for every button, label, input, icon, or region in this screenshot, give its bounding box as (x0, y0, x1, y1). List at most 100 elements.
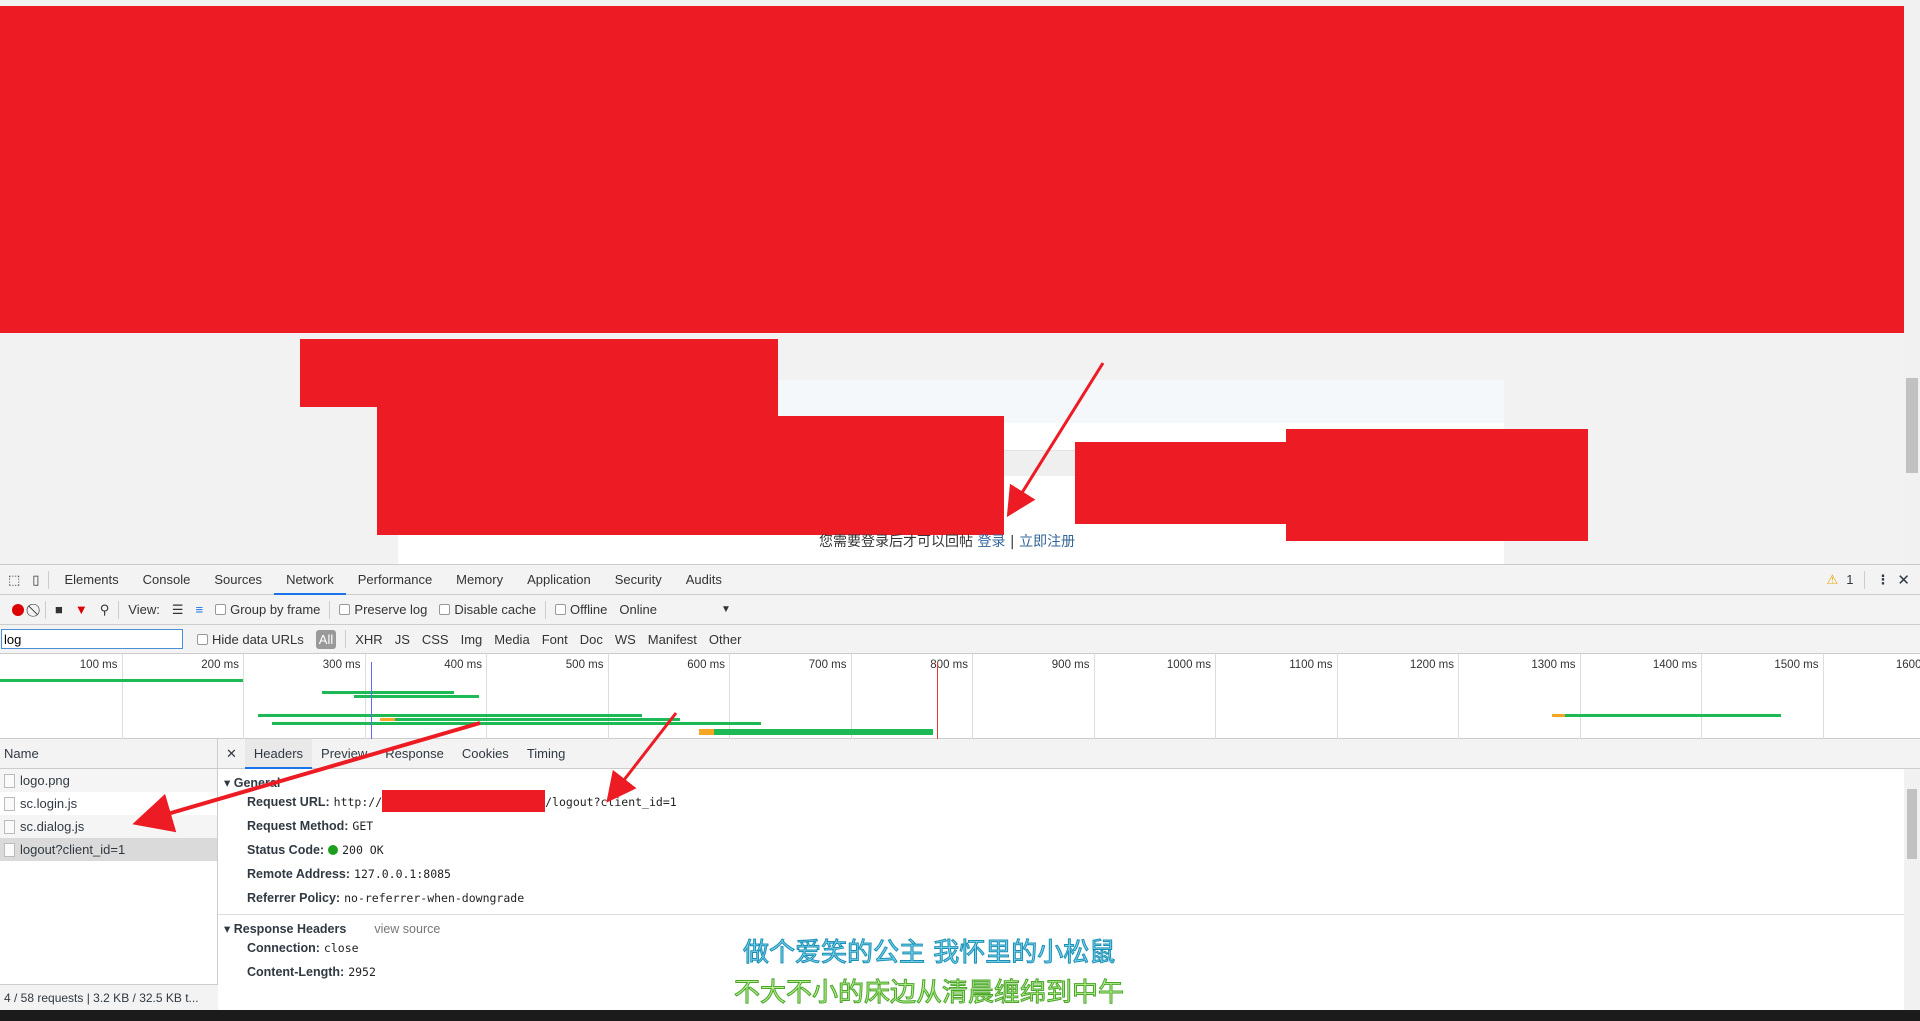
tab-console[interactable]: Console (131, 565, 203, 595)
search-icon[interactable]: ⚲ (100, 602, 110, 618)
device-toolbar-icon[interactable]: ▯ (32, 572, 39, 588)
throttle-select[interactable]: Online ▼ (619, 602, 730, 617)
general-section-toggle[interactable]: ▾ General (218, 769, 1920, 790)
tab-security[interactable]: Security (603, 565, 674, 595)
timeline-tick-label: 1500 ms (1774, 659, 1819, 671)
redaction-block (382, 790, 546, 812)
filter-type-manifest[interactable]: Manifest (648, 632, 697, 647)
request-row[interactable]: sc.login.js (0, 792, 217, 815)
reply-prompt: 您需要登录后才可以回帖 登录 | 立即注册 (819, 534, 1076, 550)
timeline-request-bar (1551, 714, 1565, 717)
timeline-gridline (850, 654, 852, 739)
tab-performance[interactable]: Performance (346, 565, 444, 595)
register-link[interactable]: 立即注册 (1019, 534, 1075, 550)
offline-checkbox[interactable]: Offline (555, 602, 607, 617)
request-method-row: Request Method: GET (247, 819, 374, 833)
timeline-gridline (1579, 654, 1581, 739)
request-list: Name logo.png sc.login.js sc.dialog.js logo… (0, 739, 218, 1011)
warning-count[interactable]: 1 (1846, 572, 1853, 587)
tab-network[interactable]: Network (274, 565, 346, 595)
timeline-gridline (1822, 654, 1824, 739)
filter-icon[interactable]: ▼ (75, 602, 88, 617)
timeline-tick-label: 1600 ms (1895, 659, 1920, 671)
name-column-header[interactable]: Name (0, 739, 217, 769)
detail-tab-cookies[interactable]: Cookies (453, 739, 518, 769)
request-summary: 4 / 58 requests | 3.2 KB / 32.5 KB t... (0, 984, 218, 1011)
timeline-gridline (1701, 654, 1702, 739)
login-link[interactable]: 登录 (977, 534, 1005, 550)
page-scrollbar[interactable] (1904, 0, 1920, 564)
redaction-block (0, 6, 1920, 333)
referrer-policy-row: Referrer Policy: no-referrer-when-downgra… (247, 891, 525, 905)
timeline-gridline (1093, 654, 1095, 739)
capture-screenshots-icon[interactable]: ■ (55, 602, 63, 617)
timeline-tick-label: 1400 ms (1652, 659, 1697, 671)
detail-scrollbar[interactable] (1904, 769, 1920, 1011)
timeline-request-bar (394, 718, 681, 721)
timeline-request-bar (0, 679, 243, 682)
timeline-tick-label: 400 ms (444, 659, 482, 671)
timeline-tick-label: 1100 ms (1289, 659, 1333, 671)
more-options-icon[interactable]: ⋮ (1876, 572, 1889, 588)
waterfall-icon[interactable]: ≡ (195, 602, 203, 617)
timeline-tick-label: 600 ms (687, 659, 725, 671)
detail-tab-preview[interactable]: Preview (312, 739, 376, 769)
request-name: sc.dialog.js (20, 819, 85, 834)
lyric-overlay-line-1: 做个爱笑的公主 我怀里的小松鼠 (742, 938, 1116, 969)
timeline-tick-label: 500 ms (565, 659, 604, 671)
record-icon[interactable] (12, 603, 24, 616)
close-devtools-icon[interactable]: ✕ (1897, 571, 1910, 589)
filter-type-css[interactable]: CSS (422, 632, 449, 647)
request-row[interactable]: logo.png (0, 769, 217, 792)
tab-application[interactable]: Application (515, 565, 603, 595)
timeline-request-bar (698, 729, 715, 735)
detail-tab-headers[interactable]: Headers (244, 738, 313, 769)
timeline-tick-label: 1000 ms (1166, 659, 1211, 671)
filter-type-ws[interactable]: WS (615, 632, 636, 647)
image-file-icon (4, 773, 15, 788)
tab-sources[interactable]: Sources (202, 565, 274, 595)
timeline-tick-label: 300 ms (322, 659, 361, 671)
detail-tab-response[interactable]: Response (376, 739, 453, 769)
timeline-request-bar (353, 695, 479, 698)
filter-type-doc[interactable]: Doc (580, 632, 603, 647)
network-overview-timeline[interactable]: 100 ms 200 ms 300 ms 400 ms 500 ms 600 ms 700 … (0, 654, 1920, 750)
filter-type-all[interactable]: All (315, 629, 337, 649)
request-name: logo.png (20, 773, 70, 788)
timeline-tick-label: 1200 ms (1409, 659, 1454, 671)
filter-type-xhr[interactable]: XHR (355, 632, 382, 647)
hide-data-urls-checkbox[interactable]: Hide data URLs (197, 632, 304, 647)
redaction-block (300, 339, 778, 407)
disable-cache-checkbox[interactable]: Disable cache (439, 602, 536, 617)
filter-type-other[interactable]: Other (709, 632, 742, 647)
filter-type-media[interactable]: Media (494, 632, 529, 647)
timeline-tick-label: 100 ms (79, 659, 118, 671)
close-detail-icon[interactable]: ✕ (218, 739, 245, 769)
timeline-gridline (1336, 654, 1338, 739)
tab-audits[interactable]: Audits (674, 565, 734, 595)
tab-elements[interactable]: Elements (52, 565, 130, 595)
timeline-gridline (972, 654, 973, 739)
view-source-link[interactable]: view source (374, 922, 440, 936)
filter-input[interactable] (1, 629, 183, 649)
group-by-frame-checkbox[interactable]: Group by frame (215, 602, 320, 617)
request-detail: ✕ Headers Preview Response Cookies Timing ▾ G… (218, 738, 1920, 1011)
filter-bar: Hide data URLs All XHR JS CSS Img Media Font Do… (0, 625, 1920, 654)
status-ok-icon (328, 845, 339, 855)
redaction-block (377, 416, 1004, 535)
preserve-log-checkbox[interactable]: Preserve log (339, 602, 427, 617)
status-code-row: Status Code: 200 OK (247, 843, 384, 857)
timeline-gridline (1215, 654, 1216, 739)
detail-tab-timing[interactable]: Timing (518, 739, 575, 769)
request-row[interactable]: sc.dialog.js (0, 815, 217, 838)
large-rows-icon[interactable]: ☰ (172, 602, 184, 618)
filter-type-js[interactable]: JS (395, 632, 410, 647)
inspect-element-icon[interactable]: ⬚ (8, 572, 20, 588)
timeline-request-bar (272, 722, 761, 725)
timeline-gridline (486, 654, 487, 739)
filter-type-font[interactable]: Font (542, 632, 568, 647)
tab-memory[interactable]: Memory (444, 565, 515, 595)
warning-icon[interactable]: ⚠ (1827, 572, 1839, 588)
request-row[interactable]: logout?client_id=1 (0, 838, 217, 861)
filter-type-img[interactable]: Img (461, 632, 483, 647)
